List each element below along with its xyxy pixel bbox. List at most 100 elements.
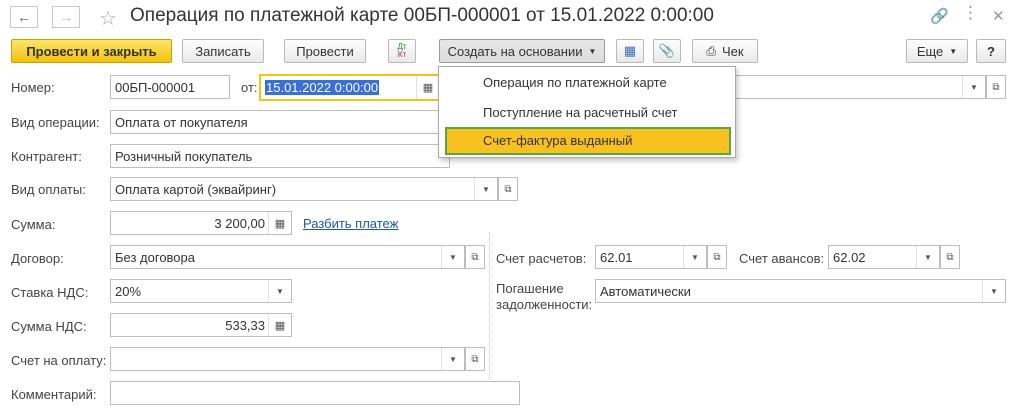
open-icon: ⧉ — [504, 183, 512, 195]
column-divider — [489, 232, 490, 382]
calculator-icon[interactable]: ▦ — [268, 314, 291, 336]
contract-value: Без договора — [115, 250, 195, 265]
number-field[interactable]: 00БП-000001 — [110, 75, 230, 99]
chevron-down-icon: ▼ — [588, 46, 597, 56]
structure-icon: ▦ — [623, 43, 637, 58]
debt-repayment-label-line1: Погашение — [496, 281, 564, 296]
advance-account-label: Счет авансов: — [739, 251, 825, 266]
operation-type-field[interactable]: Оплата от покупателя — [110, 110, 450, 134]
counterparty-field[interactable]: Розничный покупатель — [110, 144, 450, 168]
contract-field[interactable]: Без договора ▼ — [110, 245, 465, 269]
check-button[interactable]: ⎙ Чек — [692, 39, 758, 63]
help-button[interactable]: ? — [976, 39, 1006, 63]
date-value: 15.01.2022 0:00:00 — [265, 80, 380, 95]
settlement-account-label: Счет расчетов: — [496, 251, 587, 266]
vat-rate-field[interactable]: 20% ▼ — [110, 279, 292, 303]
payment-type-value: Оплата картой (эквайринг) — [115, 182, 277, 197]
vat-amount-label: Сумма НДС: — [11, 319, 87, 334]
chevron-down-icon[interactable]: ▼ — [474, 178, 497, 200]
create-based-on-label: Создать на основании — [447, 43, 583, 59]
contract-label: Договор: — [11, 251, 64, 266]
vat-rate-label: Ставка НДС: — [11, 285, 89, 300]
paperclip-icon: 📎 — [658, 43, 676, 58]
debt-repayment-label: Погашение задолженности: — [496, 281, 592, 313]
post-and-close-button[interactable]: Провести и закрыть — [11, 39, 172, 63]
structure-button[interactable]: ▦ — [616, 39, 644, 63]
advance-account-value: 62.02 — [833, 250, 866, 265]
chevron-down-icon[interactable]: ▼ — [441, 348, 464, 370]
amount-value: 3 200,00 — [214, 216, 265, 231]
settlement-account-value: 62.01 — [600, 250, 633, 265]
vat-amount-field[interactable]: 533,33 ▦ — [110, 313, 292, 337]
advance-account-field[interactable]: 62.02 ▼ — [828, 245, 940, 269]
number-value: 00БП-000001 — [115, 80, 196, 95]
star-icon[interactable]: ☆ — [99, 6, 117, 31]
dt-kt-button[interactable]: Дт Кт — [388, 39, 416, 63]
dt-kt-icon: Дт Кт — [397, 42, 407, 59]
settlement-account-field[interactable]: 62.01 ▼ — [595, 245, 707, 269]
title-bar: ← → ☆ Операция по платежной карте 00БП-0… — [0, 0, 1018, 36]
chevron-down-icon[interactable]: ▼ — [683, 246, 706, 268]
debt-repayment-field[interactable]: Автоматически ▼ — [595, 279, 1006, 303]
more-label: Еще — [916, 43, 944, 59]
calculator-icon[interactable]: ▦ — [268, 212, 291, 234]
counterparty-value: Розничный покупатель — [115, 149, 253, 164]
open-advance-account-button[interactable]: ⧉ — [940, 245, 960, 269]
chevron-down-icon[interactable]: ▼ — [982, 280, 1005, 302]
open-invoice-button[interactable]: ⧉ — [465, 347, 485, 371]
printer-icon: ⎙ — [706, 43, 716, 58]
back-button[interactable]: ← — [10, 6, 38, 28]
comment-field[interactable] — [110, 381, 520, 405]
chevron-down-icon[interactable]: ▼ — [916, 246, 939, 268]
attach-button[interactable]: 📎 — [653, 39, 681, 63]
open-icon: ⧉ — [992, 81, 1000, 93]
split-payment-link[interactable]: Разбить платеж — [303, 216, 398, 231]
open-organization-button[interactable]: ⧉ — [986, 75, 1006, 99]
open-contract-button[interactable]: ⧉ — [465, 245, 485, 269]
more-dots-icon[interactable]: ⋮ — [962, 3, 979, 23]
date-field[interactable]: 15.01.2022 0:00:00 ▦ — [259, 74, 441, 101]
comment-label: Комментарий: — [11, 387, 97, 402]
chevron-down-icon[interactable]: ▼ — [441, 246, 464, 268]
menu-item-card-operation[interactable]: Операция по платежной карте — [439, 69, 735, 97]
open-icon: ⧉ — [471, 251, 479, 263]
create-based-on-button[interactable]: Создать на основании ▼ — [439, 39, 605, 63]
invoice-label: Счет на оплату: — [11, 353, 107, 368]
payment-type-label: Вид оплаты: — [11, 182, 86, 197]
menu-item-bank-receipt[interactable]: Поступление на расчетный счет — [439, 99, 735, 127]
operation-type-label: Вид операции: — [11, 115, 100, 130]
open-icon: ⧉ — [713, 251, 721, 263]
operation-type-value: Оплата от покупателя — [115, 115, 248, 130]
chevron-down-icon[interactable]: ▼ — [962, 76, 985, 98]
close-icon[interactable]: ✕ — [992, 7, 1005, 25]
open-settlement-account-button[interactable]: ⧉ — [707, 245, 727, 269]
arrow-left-icon: ← — [17, 9, 31, 25]
arrow-right-icon: → — [59, 9, 73, 25]
calendar-icon[interactable]: ▦ — [416, 76, 439, 99]
debt-repayment-label-line2: задолженности: — [496, 297, 593, 312]
open-payment-type-button[interactable]: ⧉ — [498, 177, 518, 201]
amount-field[interactable]: 3 200,00 ▦ — [110, 211, 292, 235]
organization-field[interactable]: ▼ — [734, 75, 986, 99]
forward-button[interactable]: → — [52, 6, 80, 28]
open-icon: ⧉ — [946, 251, 954, 263]
invoice-field[interactable]: ▼ — [110, 347, 465, 371]
number-label: Номер: — [11, 80, 55, 95]
post-button[interactable]: Провести — [284, 39, 366, 63]
link-icon[interactable]: 🔗 — [930, 7, 949, 25]
chevron-down-icon[interactable]: ▼ — [268, 280, 291, 302]
vat-amount-value: 533,33 — [225, 318, 265, 333]
payment-type-field[interactable]: Оплата картой (эквайринг) ▼ — [110, 177, 498, 201]
date-from-label: от: — [241, 80, 258, 95]
counterparty-label: Контрагент: — [11, 149, 82, 164]
chevron-down-icon: ▼ — [949, 46, 958, 56]
vat-rate-value: 20% — [115, 284, 142, 299]
create-based-on-menu: Операция по платежной карте Поступление … — [438, 66, 736, 158]
save-button[interactable]: Записать — [182, 39, 264, 63]
amount-label: Сумма: — [11, 217, 56, 232]
check-label: Чек — [722, 43, 744, 59]
debt-repayment-value: Автоматически — [600, 284, 691, 299]
menu-item-invoice-issued[interactable]: Счет-фактура выданный — [445, 127, 731, 155]
more-button[interactable]: Еще ▼ — [906, 39, 968, 63]
open-icon: ⧉ — [471, 353, 479, 365]
